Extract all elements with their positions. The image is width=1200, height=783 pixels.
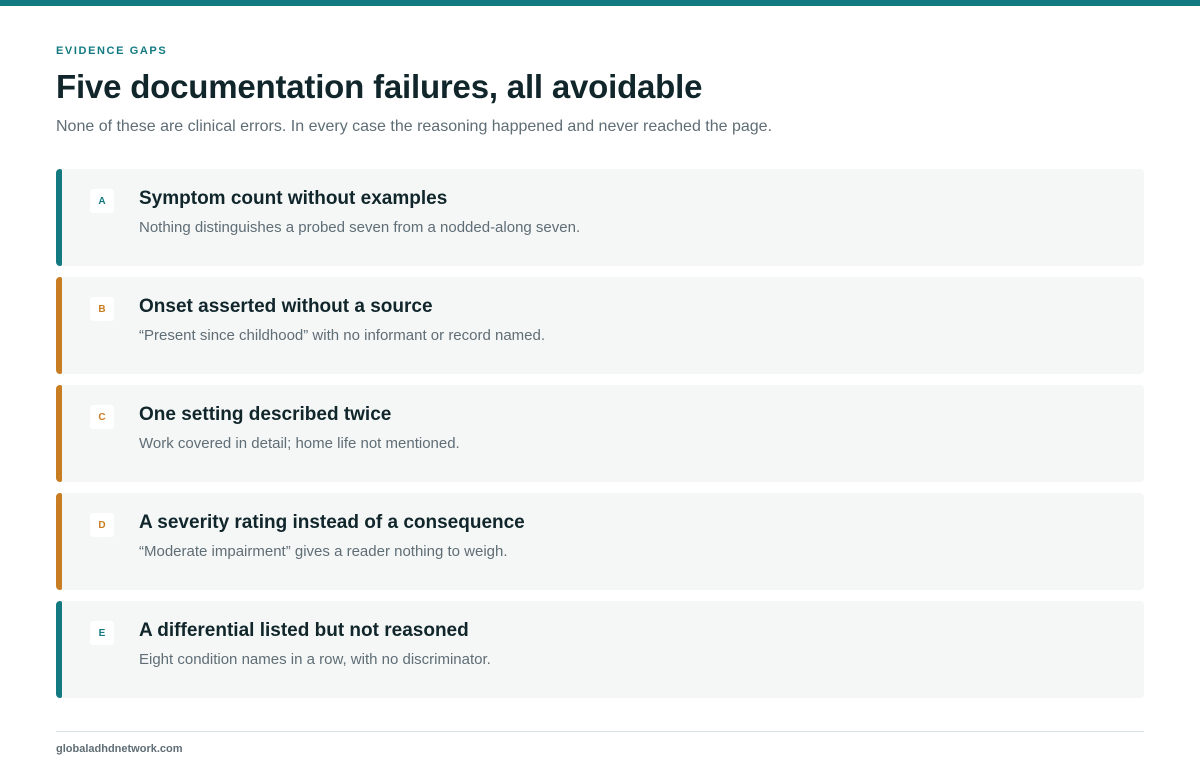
card-letter-badge: A (90, 189, 114, 213)
card-heading: A differential listed but not reasoned (139, 620, 469, 641)
failure-card-e: E A differential listed but not reasoned… (56, 601, 1144, 698)
card-accent-bar (56, 493, 62, 590)
card-body: Work covered in detail; home life not me… (139, 435, 460, 452)
card-accent-bar (56, 169, 62, 266)
card-accent-bar (56, 385, 62, 482)
card-heading: Symptom count without examples (139, 188, 448, 209)
card-accent-bar (56, 277, 62, 374)
page-subtitle: None of these are clinical errors. In ev… (56, 118, 773, 135)
section-eyebrow: EVIDENCE GAPS (56, 45, 168, 57)
card-heading: One setting described twice (139, 404, 392, 425)
failure-card-d: D A severity rating instead of a consequ… (56, 493, 1144, 590)
footer-site-link[interactable]: globaladhdnetwork.com (56, 743, 183, 755)
card-letter-badge: E (90, 621, 114, 645)
footer-divider (56, 731, 1144, 732)
failure-card-a: A Symptom count without examples Nothing… (56, 169, 1144, 266)
failure-card-b: B Onset asserted without a source “Prese… (56, 277, 1144, 374)
card-body: Eight condition names in a row, with no … (139, 651, 491, 668)
failure-list: A Symptom count without examples Nothing… (56, 169, 1144, 709)
card-accent-bar (56, 601, 62, 698)
card-body: “Moderate impairment” gives a reader not… (139, 543, 508, 560)
card-letter-badge: C (90, 405, 114, 429)
failure-card-c: C One setting described twice Work cover… (56, 385, 1144, 482)
card-letter-badge: B (90, 297, 114, 321)
card-heading: A severity rating instead of a consequen… (139, 512, 525, 533)
page: EVIDENCE GAPS Five documentation failure… (56, 0, 1144, 783)
card-body: “Present since childhood” with no inform… (139, 327, 546, 344)
card-letter-badge: D (90, 513, 114, 537)
card-heading: Onset asserted without a source (139, 296, 433, 317)
card-body: Nothing distinguishes a probed seven fro… (139, 219, 581, 236)
page-title: Five documentation failures, all avoidab… (56, 68, 703, 105)
